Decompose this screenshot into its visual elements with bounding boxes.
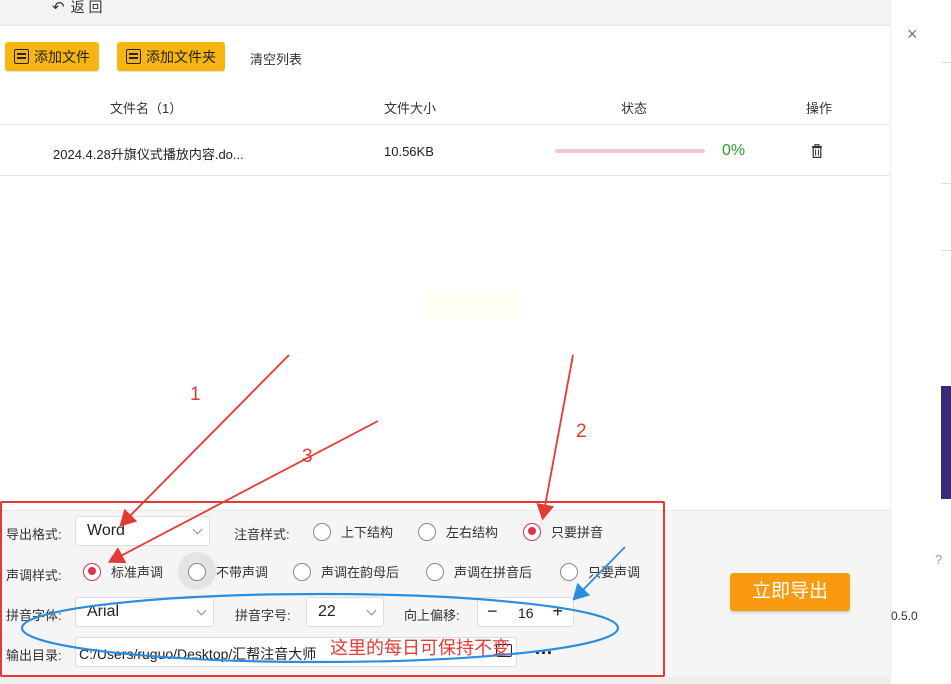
- add-file-label: 添加文件: [34, 48, 90, 65]
- folder-plus-icon: [126, 49, 141, 64]
- add-folder-label: 添加文件夹: [146, 48, 216, 65]
- help-icon[interactable]: ?: [935, 552, 942, 567]
- header-filesize: 文件大小: [384, 101, 437, 116]
- promo-banner: [941, 386, 951, 499]
- header-status: 状态: [621, 101, 648, 116]
- file-icon: [14, 49, 29, 64]
- divider: [941, 250, 951, 251]
- table-row[interactable]: 2024.4.28升旗仪式播放内容.do... 10.56KB 0%: [0, 126, 890, 176]
- clear-list-button[interactable]: 清空列表: [250, 49, 302, 68]
- table-header: 文件名（1） 文件大小 状态 操作: [0, 85, 890, 125]
- trash-icon[interactable]: [811, 144, 823, 158]
- progress-percent: 0%: [722, 142, 746, 159]
- annotation-number-3: 3: [302, 446, 313, 467]
- header-action: 操作: [806, 101, 833, 116]
- row-filename: 2024.4.28升旗仪式播放内容.do...: [53, 147, 244, 162]
- back-label: 返 回: [70, 0, 103, 15]
- annotation-number-2: 2: [576, 421, 587, 442]
- close-icon[interactable]: ×: [907, 24, 918, 45]
- footer-strip: [0, 677, 890, 684]
- annotation-number-1: 1: [190, 384, 201, 405]
- main-window: ↶ 返 回 添加文件 添加文件夹 清空列表 文件名（1） 文件大小 状态 操作 …: [0, 0, 890, 684]
- export-now-button[interactable]: 立即导出: [730, 573, 850, 611]
- version-text: 0.5.0: [891, 609, 918, 623]
- annotation-note: 这里的每日可保持不变: [330, 638, 510, 658]
- divider: [941, 62, 951, 63]
- right-side-panel: × ? 0.5.0: [890, 0, 951, 684]
- add-file-button[interactable]: 添加文件: [5, 42, 99, 71]
- divider: [941, 183, 951, 184]
- faint-highlight: [424, 292, 520, 320]
- row-filesize: 10.56KB: [384, 144, 434, 159]
- top-bar: ↶ 返 回: [0, 0, 890, 26]
- progress-bar: [555, 149, 705, 153]
- header-filename: 文件名（1）: [110, 101, 183, 116]
- back-arrow-icon: ↶: [52, 0, 65, 16]
- add-folder-button[interactable]: 添加文件夹: [117, 42, 225, 71]
- back-button[interactable]: ↶ 返 回: [52, 0, 102, 17]
